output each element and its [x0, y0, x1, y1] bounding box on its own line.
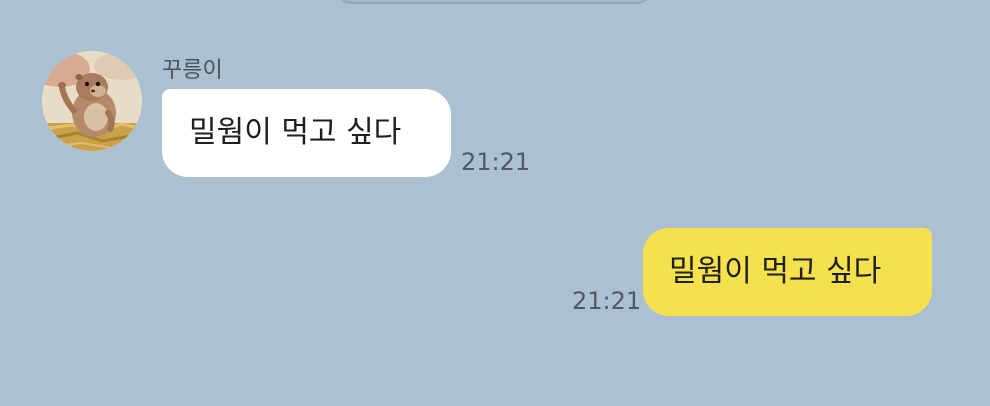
sender-avatar[interactable]	[42, 51, 142, 151]
sender-name: 꾸릉이	[162, 58, 223, 83]
incoming-message-time: 21:21	[461, 148, 531, 176]
outgoing-message-time: 21:21	[572, 287, 642, 315]
incoming-message-bubble[interactable]: 밀웜이 먹고 싶다	[162, 89, 451, 177]
date-divider-pill	[338, 0, 650, 4]
outgoing-message-bubble[interactable]: 밀웜이 먹고 싶다	[643, 228, 932, 316]
prairie-dog-photo-icon	[42, 51, 142, 151]
